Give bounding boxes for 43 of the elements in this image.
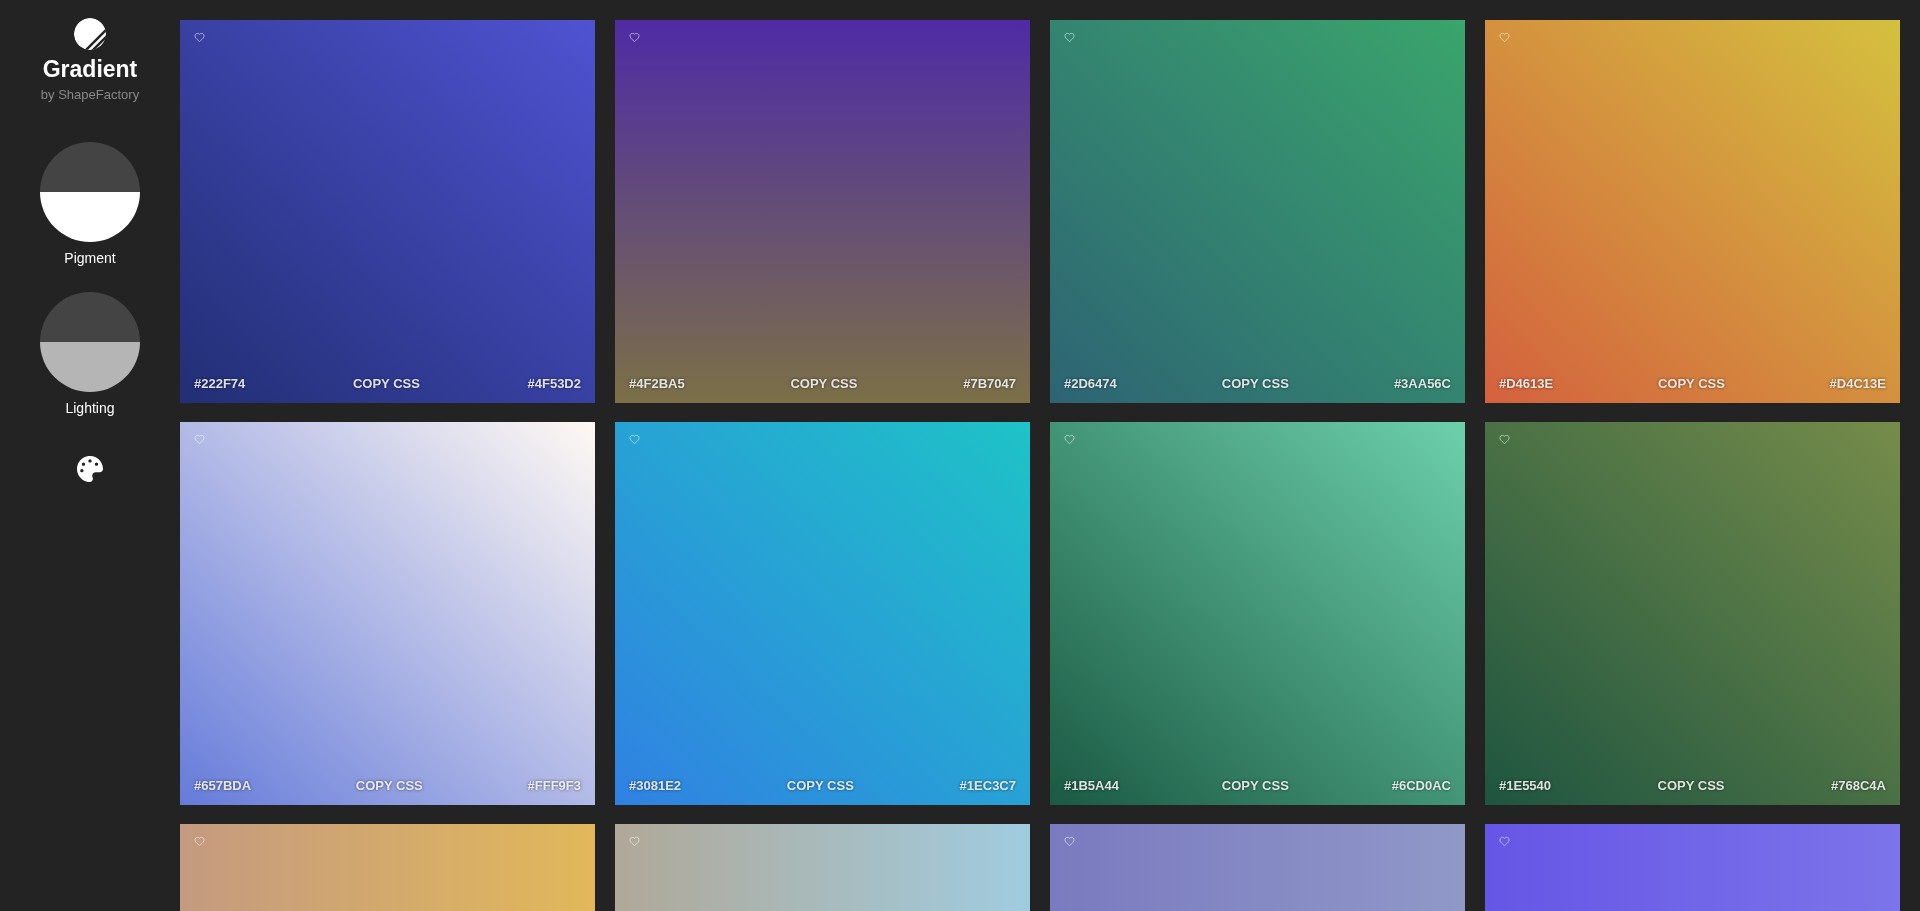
copy-css-button[interactable]: COPY CSS [1221, 778, 1289, 793]
heart-icon[interactable] [1499, 32, 1511, 42]
heart-icon[interactable] [194, 32, 206, 42]
half-circle-icon [40, 142, 140, 242]
adjust-button[interactable]: Lighting [40, 292, 140, 416]
start-color-code: #2D6474 [1064, 376, 1117, 391]
copy-css-button[interactable]: COPY CSS [1657, 376, 1725, 391]
copy-css-button[interactable]: COPY CSS [352, 376, 420, 391]
half-circle-icon [40, 292, 140, 392]
heart-icon[interactable] [629, 434, 641, 444]
heart-icon[interactable] [629, 836, 641, 846]
start-color-code: #D4613E [1499, 376, 1554, 391]
start-color-code: #1B5A44 [1064, 778, 1119, 793]
start-color-code: #4F2BA5 [629, 376, 685, 391]
start-color-code: #222F74 [194, 376, 246, 391]
copy-css-button[interactable]: COPY CSS [1657, 778, 1725, 793]
logo-icon [74, 18, 106, 50]
palette-icon[interactable] [77, 456, 103, 482]
heart-icon[interactable] [1499, 434, 1511, 444]
copy-css-button[interactable]: COPY CSS [786, 778, 854, 793]
heart-icon[interactable] [1064, 434, 1076, 444]
copy-css-button[interactable]: COPY CSS [1221, 376, 1289, 391]
start-color-code: #1E5540 [1499, 778, 1552, 793]
heart-icon[interactable] [1064, 32, 1076, 42]
end-color-code: #4F53D2 [527, 376, 581, 391]
start-color-code: #657BDA [194, 778, 252, 793]
copy-css-button[interactable]: COPY CSS [355, 778, 423, 793]
adjust-button[interactable]: Pigment [40, 142, 140, 266]
heart-icon[interactable] [1064, 836, 1076, 846]
end-color-code: #3AA56C [1393, 376, 1451, 391]
end-color-code: #D4C13E [1829, 376, 1886, 391]
heart-icon[interactable] [1499, 836, 1511, 846]
start-color-code: #3081E2 [629, 778, 682, 793]
app-title: Gradient [42, 56, 138, 83]
heart-icon[interactable] [629, 32, 641, 42]
end-color-code: #768C4A [1831, 778, 1886, 793]
heart-icon[interactable] [194, 836, 206, 846]
end-color-code: #FFF9F3 [527, 778, 581, 793]
app-subtitle: by ShapeFactory [40, 87, 140, 102]
copy-css-button[interactable]: COPY CSS [790, 376, 858, 391]
end-color-code: #7B7047 [963, 376, 1016, 391]
end-color-code: #1EC3C7 [959, 778, 1016, 793]
end-color-code: #6CD0AC [1391, 778, 1451, 793]
